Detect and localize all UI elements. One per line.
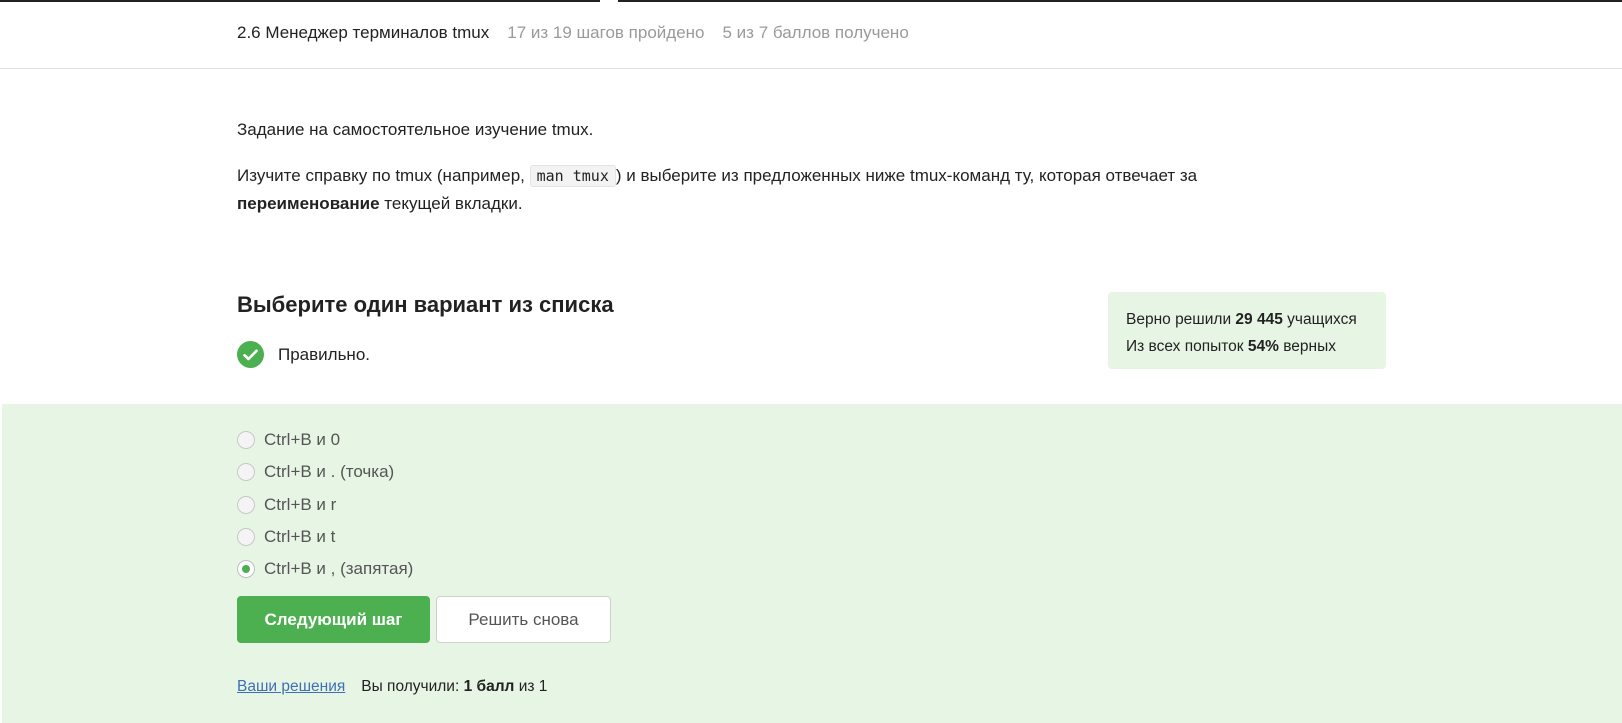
stats-solved: Верно решили 29 445 учащихся	[1126, 306, 1368, 333]
solve-again-button[interactable]: Решить снова	[436, 596, 611, 643]
radio-button[interactable]	[237, 495, 255, 514]
quiz-title: Выберите один вариант из списка	[237, 292, 614, 317]
stats-attempts-suffix: верных	[1278, 338, 1336, 355]
stats-attempts: Из всех попыток 54% верных	[1126, 333, 1368, 360]
option-label[interactable]: Ctrl+B и r	[264, 495, 336, 515]
stats-solved-prefix: Верно решили	[1126, 311, 1236, 328]
options-list: Ctrl+B и 0 Ctrl+B и . (точка) Ctrl+B и r…	[237, 424, 413, 585]
steps-progress: 17 из 19 шагов пройдено	[507, 23, 705, 42]
option-item[interactable]: Ctrl+B и 0	[237, 424, 413, 456]
lesson-title[interactable]: 2.6 Менеджер терминалов tmux	[237, 23, 489, 43]
header-row: 2.6 Менеджер терминалов tmux 17 из 19 ша…	[237, 23, 909, 43]
option-item[interactable]: Ctrl+B и t	[237, 521, 413, 553]
score-suffix: из 1	[514, 678, 548, 695]
step-header: 2.6 Менеджер терминалов tmux 17 из 19 ша…	[0, 2, 1622, 69]
task-text-end: текущей вкладки.	[379, 194, 523, 213]
option-label[interactable]: Ctrl+B и 0	[264, 430, 340, 450]
option-item[interactable]: Ctrl+B и . (точка)	[237, 456, 413, 488]
option-item[interactable]: Ctrl+B и , (запятая)	[237, 553, 413, 585]
stats-solved-count: 29 445	[1235, 311, 1283, 328]
radio-button[interactable]	[237, 560, 255, 579]
stats-solved-suffix: учащихся	[1282, 311, 1357, 328]
radio-button[interactable]	[237, 463, 255, 482]
radio-button[interactable]	[237, 528, 255, 547]
points-progress: 5 из 7 баллов получено	[722, 23, 909, 42]
next-step-button[interactable]: Следующий шаг	[237, 596, 430, 643]
task-instructions: Изучите справку по tmux (например, man t…	[237, 162, 1387, 218]
task-bold-word: переименование	[237, 194, 380, 213]
radio-button[interactable]	[237, 431, 255, 450]
option-label[interactable]: Ctrl+B и , (запятая)	[264, 559, 413, 579]
task-description: Задание на самостоятельное изучение tmux…	[237, 116, 1387, 236]
check-icon	[237, 341, 264, 368]
stats-attempts-percent: 54%	[1247, 338, 1279, 355]
option-label[interactable]: Ctrl+B и . (точка)	[264, 462, 394, 482]
option-label[interactable]: Ctrl+B и t	[264, 527, 335, 547]
your-solutions-link[interactable]: Ваши решения	[237, 678, 345, 696]
task-intro: Задание на самостоятельное изучение tmux…	[237, 120, 594, 139]
score-value: 1 балл	[463, 678, 515, 695]
result-text: Правильно.	[278, 344, 370, 364]
score-text: Вы получили: 1 балл из 1	[361, 678, 547, 696]
task-text-after-code: ) и выберите из предложенных ниже tmux-к…	[615, 166, 1198, 185]
score-prefix: Вы получили:	[361, 678, 464, 695]
footer-row: Ваши решения Вы получили: 1 балл из 1	[237, 678, 547, 696]
stats-attempts-prefix: Из всех попыток	[1126, 338, 1248, 355]
option-item[interactable]: Ctrl+B и r	[237, 489, 413, 521]
stats-box: Верно решили 29 445 учащихся Из всех поп…	[1108, 292, 1386, 369]
result-status: Правильно.	[237, 341, 370, 368]
task-text-before-code: Изучите справку по tmux (например,	[237, 166, 530, 185]
code-snippet: man tmux	[529, 165, 616, 187]
